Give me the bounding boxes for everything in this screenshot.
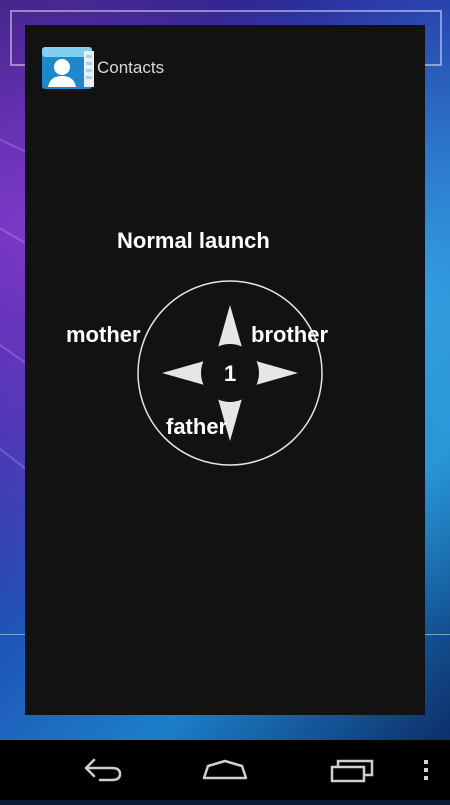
home-button[interactable] — [195, 740, 255, 800]
overflow-menu-button[interactable] — [414, 740, 438, 800]
back-icon — [84, 758, 122, 782]
option-father[interactable]: father — [166, 414, 227, 440]
normal-launch-option[interactable]: Normal launch — [117, 228, 270, 254]
back-button[interactable] — [70, 740, 130, 800]
home-icon — [202, 759, 248, 780]
navigation-bar — [0, 740, 450, 800]
center-count: 1 — [224, 361, 237, 386]
launch-dialog: Contacts Normal launch mother brother fa… — [25, 25, 425, 715]
overflow-menu-icon — [424, 760, 428, 780]
option-brother[interactable]: brother — [251, 322, 328, 348]
radial-launch-menu: Normal launch mother brother father 1 — [25, 25, 425, 715]
option-mother[interactable]: mother — [66, 322, 141, 348]
recent-apps-icon — [330, 759, 374, 783]
recent-apps-button[interactable] — [322, 740, 382, 800]
